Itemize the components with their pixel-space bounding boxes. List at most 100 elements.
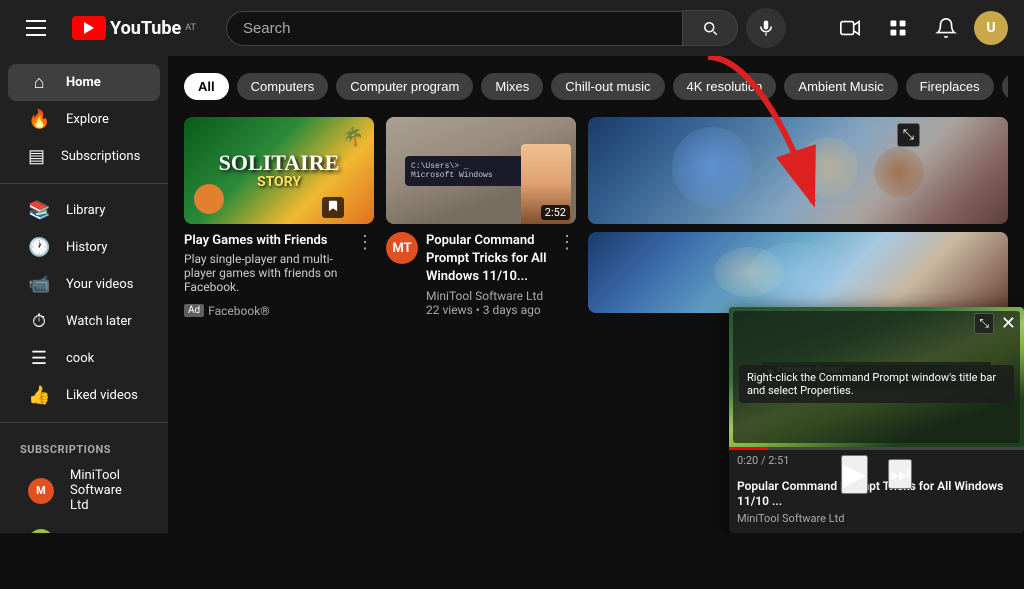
chip-computers[interactable]: Computers xyxy=(237,73,329,100)
sidebar-item-subscriptions[interactable]: ▤ Subscriptions xyxy=(8,138,160,175)
watch-later-icon: ⏱ xyxy=(28,311,50,332)
save-svg xyxy=(326,199,340,213)
thumbnail-1: SOLITAIRE STORY 🌴 xyxy=(184,117,374,224)
mini-close-button[interactable]: ✕ xyxy=(1001,313,1016,334)
grid-icon xyxy=(888,18,908,38)
subscriptions-icon: ▤ xyxy=(28,146,45,167)
chip-4k[interactable]: 4K resolution xyxy=(673,73,777,100)
logo[interactable]: YouTube AT xyxy=(72,16,196,40)
sidebar-label-cook: cook xyxy=(66,351,94,366)
thumbnail-wrap-1: SOLITAIRE STORY 🌴 xyxy=(184,117,374,224)
avatar[interactable]: U xyxy=(974,11,1008,45)
cook-icon: ☰ xyxy=(28,348,50,369)
video-meta-1: Play Games with Friends Play single-play… xyxy=(184,232,348,318)
video-desc-1: Play single-player and multi-player game… xyxy=(184,252,348,294)
sidebar-item-smarter[interactable]: S SmarterEveryDay xyxy=(8,521,160,533)
logo-text: YouTube xyxy=(110,18,181,39)
chip-fireplaces[interactable]: Fireplaces xyxy=(906,73,994,100)
video-card-1[interactable]: SOLITAIRE STORY 🌴 Play Games with Friend… xyxy=(184,117,374,318)
sidebar-label-watch-later: Watch later xyxy=(66,314,132,329)
create-button[interactable] xyxy=(830,8,870,48)
mini-channel: MiniTool Software Ltd xyxy=(737,512,1016,525)
video-title-2: Popular Command Prompt Tricks for All Wi… xyxy=(426,232,550,287)
ad-tag: Ad xyxy=(184,304,204,317)
video-title-1: Play Games with Friends xyxy=(184,232,348,250)
sidebar-item-minitool[interactable]: M MiniTool Software Ltd xyxy=(8,460,160,521)
big-thumb-2 xyxy=(588,232,1008,313)
mini-expand-button[interactable]: ⤡ xyxy=(974,313,994,334)
sidebar-label-library: Library xyxy=(66,203,105,218)
video-card-2[interactable]: C:\Users\> _ Microsoft Windows 2:52 MT P… xyxy=(386,117,576,318)
subscriptions-title: SUBSCRIPTIONS xyxy=(0,431,168,460)
video-row: SOLITAIRE STORY 🌴 Play Games with Friend… xyxy=(184,117,1008,318)
sidebar-item-your-videos[interactable]: 📹 Your videos xyxy=(8,266,160,303)
notifications-button[interactable] xyxy=(926,8,966,48)
library-icon: 📚 xyxy=(28,200,50,221)
sidebar-item-cook[interactable]: ☰ cook xyxy=(8,340,160,377)
sidebar-label-minitool: MiniTool Software Ltd xyxy=(70,468,140,513)
chip-all[interactable]: All xyxy=(184,73,229,100)
chip-computer-program[interactable]: Computer program xyxy=(336,73,473,100)
sidebar: ⌂ Home 🔥 Explore ▤ Subscriptions 📚 Libra… xyxy=(0,56,168,533)
main-content: All Computers Computer program Mixes Chi… xyxy=(168,56,1024,533)
video-stats-2: 22 views • 3 days ago xyxy=(426,303,550,317)
bell-icon xyxy=(935,17,957,39)
grid-button[interactable] xyxy=(878,8,918,48)
chip-mixes[interactable]: Mixes xyxy=(481,73,543,100)
logo-superscript: AT xyxy=(185,23,196,33)
sidebar-item-liked-videos[interactable]: 👍 Liked videos xyxy=(8,377,160,414)
thumbnail-2: C:\Users\> _ Microsoft Windows 2:52 xyxy=(386,117,576,224)
more-button-2[interactable]: ⋮ xyxy=(558,232,576,252)
search-icon xyxy=(701,19,719,37)
mic-button[interactable] xyxy=(746,8,786,48)
hamburger-icon xyxy=(18,12,54,44)
header: YouTube AT U xyxy=(0,0,1024,56)
sidebar-label-your-videos: Your videos xyxy=(66,277,133,292)
chip-chill[interactable]: Chill-out music xyxy=(551,73,664,100)
search-input-wrap xyxy=(226,11,683,46)
sidebar-item-explore[interactable]: 🔥 Explore xyxy=(8,101,160,138)
progress-bar xyxy=(729,447,1024,450)
chip-nature[interactable]: Nature xyxy=(1002,73,1008,100)
smarter-avatar: S xyxy=(28,529,54,533)
ad-badge-1: Ad Facebook® xyxy=(184,304,270,318)
video-meta-2: Popular Command Prompt Tricks for All Wi… xyxy=(426,232,550,317)
mic-icon xyxy=(757,19,775,37)
minitool-avatar: M xyxy=(28,478,54,504)
mini-tooltip: Right-click the Command Prompt window's … xyxy=(739,365,1014,403)
sidebar-item-library[interactable]: 📚 Library xyxy=(8,192,160,229)
channel-avatar-2: MT xyxy=(386,232,418,264)
filter-chips: All Computers Computer program Mixes Chi… xyxy=(184,72,1008,101)
create-icon xyxy=(839,17,861,39)
video-info-2: MT Popular Command Prompt Tricks for All… xyxy=(386,232,576,317)
ad-channel: Facebook® xyxy=(208,304,270,318)
youtube-logo-icon xyxy=(72,16,106,40)
separator-2 xyxy=(0,422,168,423)
big-thumb xyxy=(588,117,1008,224)
search-bar xyxy=(226,8,786,48)
expand-icon[interactable]: ⤡ xyxy=(897,123,920,147)
sidebar-label-liked-videos: Liked videos xyxy=(66,388,138,403)
menu-button[interactable] xyxy=(16,8,56,48)
sidebar-item-history[interactable]: 🕐 History xyxy=(8,229,160,266)
sidebar-label-home: Home xyxy=(66,75,101,90)
mini-player-video: ▬ Command Prompt C:\> _ Right-click the … xyxy=(729,307,1024,447)
more-button-1[interactable]: ⋮ xyxy=(356,232,374,252)
thumbnail-wrap-2: C:\Users\> _ Microsoft Windows 2:52 xyxy=(386,117,576,224)
sidebar-label-explore: Explore xyxy=(66,112,109,127)
mini-play-button[interactable]: ▶ xyxy=(841,455,868,494)
explore-icon: 🔥 xyxy=(28,109,50,130)
chip-ambient[interactable]: Ambient Music xyxy=(784,73,897,100)
home-icon: ⌂ xyxy=(28,72,50,93)
search-button[interactable] xyxy=(683,10,738,46)
sidebar-item-home[interactable]: ⌂ Home xyxy=(8,64,160,101)
mini-player: ▬ Command Prompt C:\> _ Right-click the … xyxy=(729,307,1024,533)
header-right: U xyxy=(830,8,1008,48)
sidebar-label-history: History xyxy=(66,240,107,255)
separator-1 xyxy=(0,183,168,184)
header-left: YouTube AT xyxy=(16,8,196,48)
big-area-container: ⤡ xyxy=(588,117,1008,318)
mini-next-button[interactable]: ⏭ xyxy=(888,459,912,489)
search-input[interactable] xyxy=(227,12,682,45)
sidebar-item-watch-later[interactable]: ⏱ Watch later xyxy=(8,303,160,340)
